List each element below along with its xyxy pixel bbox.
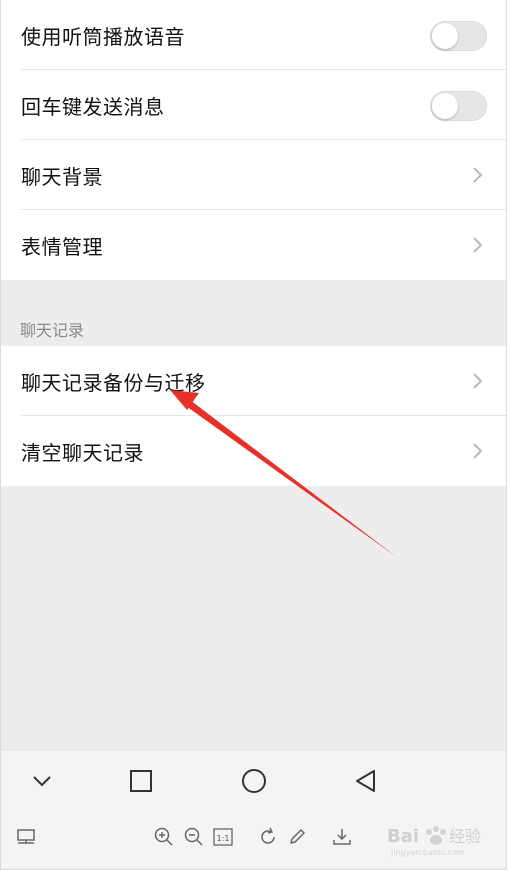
actual-size-label: 1:1 (217, 834, 230, 843)
setting-row-clear-history[interactable]: 清空聊天记录 (1, 416, 506, 486)
setting-label: 回车键发送消息 (21, 94, 165, 119)
edit-icon[interactable] (286, 826, 308, 848)
chevron-right-icon (473, 237, 483, 253)
circle-icon[interactable] (239, 766, 269, 796)
section-title: 聊天记录 (20, 321, 85, 340)
setting-label: 聊天记录备份与迁移 (21, 370, 206, 395)
enter-to-send-toggle[interactable] (430, 91, 487, 121)
setting-label: 使用听筒播放语音 (21, 24, 185, 49)
square-icon[interactable] (126, 766, 156, 796)
setting-row-enter-to-send[interactable]: 回车键发送消息 (1, 70, 506, 140)
section-header-chat-history: 聊天记录 (1, 288, 506, 346)
chevron-down-icon[interactable] (27, 766, 57, 796)
download-icon[interactable] (331, 826, 353, 848)
toggle-knob (432, 23, 458, 49)
rotate-icon[interactable] (257, 826, 279, 848)
svg-text:jingyan.baidu.com: jingyan.baidu.com (390, 848, 465, 857)
chevron-right-icon (473, 167, 483, 183)
setting-row-backup-migrate[interactable]: 聊天记录备份与迁移 (1, 346, 506, 416)
system-navigation-bar (1, 749, 506, 812)
zoom-in-icon[interactable] (153, 826, 175, 848)
layout-icon[interactable] (15, 826, 37, 848)
setting-label: 清空聊天记录 (21, 440, 144, 465)
setting-row-sticker-management[interactable]: 表情管理 (1, 210, 506, 280)
svg-text:经验: 经验 (449, 827, 481, 846)
zoom-out-icon[interactable] (183, 826, 205, 848)
baidu-paw-logo: Bai 经验 jingyan.baidu.com (387, 826, 481, 857)
settings-group: 使用听筒播放语音 回车键发送消息 聊天背景 表情管理 (1, 0, 506, 280)
baidu-watermark: Bai 经验 jingyan.baidu.com (385, 818, 505, 858)
setting-label: 聊天背景 (21, 164, 103, 189)
setting-row-chat-background[interactable]: 聊天背景 (1, 140, 506, 210)
chevron-right-icon (473, 373, 483, 389)
actual-size-icon[interactable]: 1:1 (212, 826, 234, 848)
chevron-right-icon (473, 443, 483, 459)
toggle-knob (432, 93, 458, 119)
svg-text:Bai: Bai (387, 826, 419, 847)
earpiece-playback-toggle[interactable] (430, 21, 487, 51)
setting-row-earpiece-playback[interactable]: 使用听筒播放语音 (1, 0, 506, 70)
back-triangle-icon[interactable] (351, 766, 381, 796)
setting-label: 表情管理 (21, 234, 103, 259)
chat-history-group: 聊天记录备份与迁移 清空聊天记录 (1, 346, 506, 486)
